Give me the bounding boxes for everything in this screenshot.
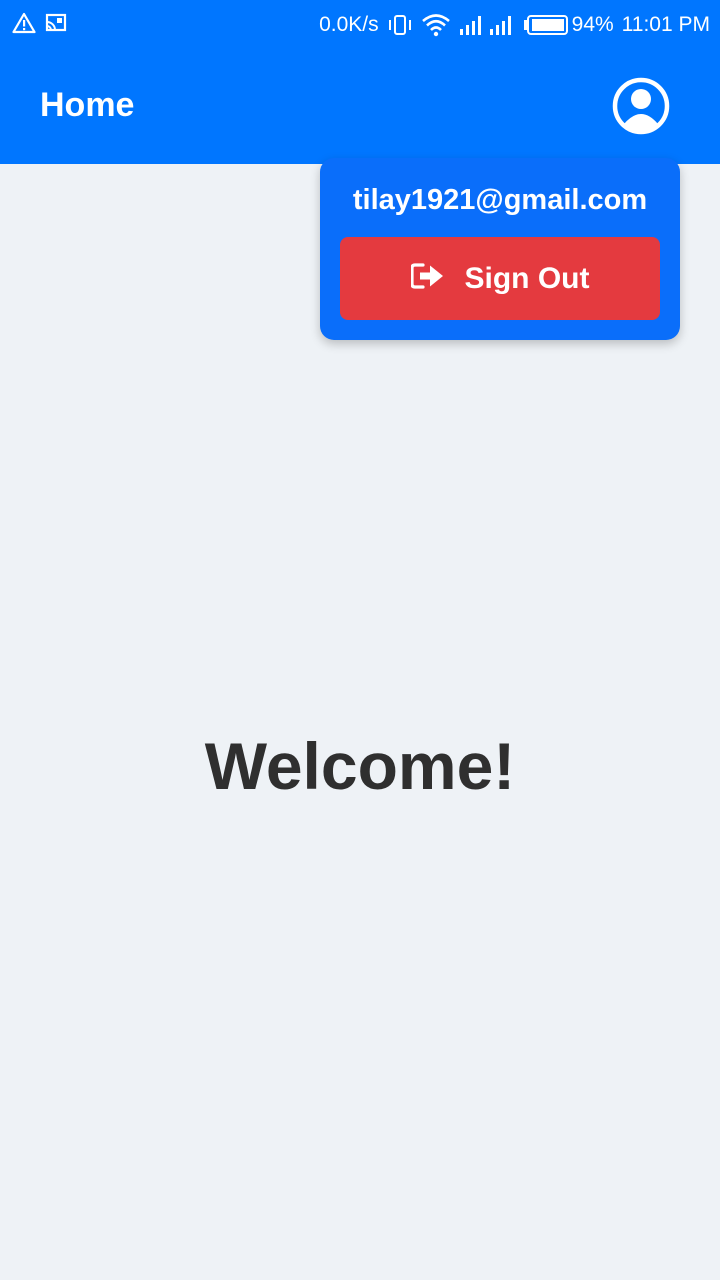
wifi-icon xyxy=(421,13,451,37)
status-bar: 0.0K/s 94% 11:01 PM xyxy=(0,0,720,50)
status-right-area: 0.0K/s 94% 11:01 PM xyxy=(319,0,710,50)
status-left-icons xyxy=(12,12,68,34)
sign-out-label: Sign Out xyxy=(464,261,590,295)
welcome-heading: Welcome! xyxy=(204,729,516,803)
battery-status: 94% xyxy=(523,13,614,37)
user-email: tilay1921@gmail.com xyxy=(352,184,648,216)
app-bar: Home xyxy=(0,50,720,164)
cast-icon xyxy=(44,12,68,34)
sign-out-icon xyxy=(409,262,445,295)
clock: 11:01 PM xyxy=(621,13,710,36)
vibrate-icon xyxy=(387,13,413,37)
account-circle-icon xyxy=(612,77,670,139)
page-title: Home xyxy=(40,86,135,124)
warning-icon xyxy=(12,12,36,34)
network-speed: 0.0K/s xyxy=(319,13,379,36)
battery-level: 94% xyxy=(571,13,614,36)
profile-button[interactable] xyxy=(612,77,670,135)
signal-icon xyxy=(459,14,515,36)
user-menu: tilay1921@gmail.com Sign Out xyxy=(320,158,680,340)
sign-out-button[interactable]: Sign Out xyxy=(340,237,660,320)
battery-icon xyxy=(523,14,569,36)
